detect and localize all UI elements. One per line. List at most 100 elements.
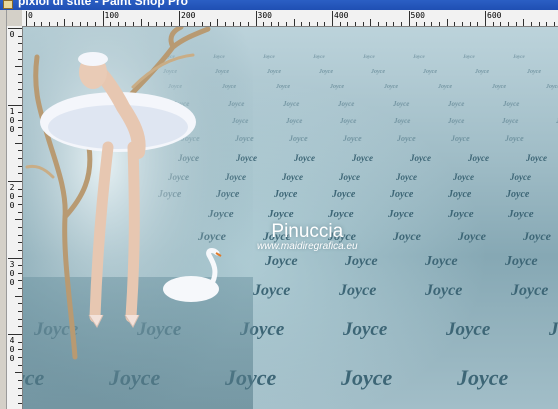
ruler-tick xyxy=(156,22,158,26)
title-bar[interactable]: pixiol di stite - Paint Shop Pro xyxy=(0,0,558,10)
ruler-tick xyxy=(247,22,249,26)
ruler-tick xyxy=(18,341,22,343)
ruler-label: 100 xyxy=(9,106,15,134)
ruler-tick xyxy=(33,22,35,26)
ruler-tick xyxy=(332,11,333,26)
watermark-text: Joyce xyxy=(448,208,474,220)
ruler-tick xyxy=(18,112,22,114)
watermark-text: Joyce xyxy=(341,365,393,390)
ruler-tick xyxy=(94,22,96,26)
ruler-tick xyxy=(18,188,22,190)
ruler-tick xyxy=(18,249,22,251)
ruler-tick xyxy=(15,219,22,221)
watermark-text: Joyce xyxy=(393,100,410,108)
ruler-tick xyxy=(8,104,22,106)
window-frame-left xyxy=(0,10,7,409)
ruler-tick xyxy=(500,22,502,26)
ruler-tick xyxy=(18,318,22,320)
ruler-tick xyxy=(56,22,58,26)
ruler-tick xyxy=(125,22,127,26)
ruler-tick xyxy=(18,402,22,404)
ruler-tick xyxy=(217,19,219,26)
ruler-tick xyxy=(416,22,418,26)
watermark-text: Joyce xyxy=(332,189,356,200)
watermark-text: Joyce xyxy=(506,189,530,200)
watermark-text: Joyce xyxy=(345,254,378,269)
ruler-tick xyxy=(18,158,22,160)
ruler-tick xyxy=(15,295,22,297)
watermark-text: Joyce xyxy=(319,69,333,75)
watermark-text: Joyce xyxy=(268,208,294,220)
ruler-tick xyxy=(18,288,22,290)
ruler-tick xyxy=(102,11,104,26)
watermark-text: Joyce xyxy=(425,282,463,299)
ruler-tick xyxy=(18,43,22,45)
ruler-tick xyxy=(255,11,257,26)
ruler-tick xyxy=(393,22,395,26)
ruler-tick xyxy=(530,22,532,26)
watermark-text: Joyce xyxy=(549,319,558,340)
ruler-tick xyxy=(18,364,22,366)
ruler-tick xyxy=(423,22,425,26)
watermark-text: Joyce xyxy=(425,254,458,269)
ruler-tick xyxy=(71,22,73,26)
ruler-tick xyxy=(18,135,22,137)
ruler-tick xyxy=(18,379,22,381)
ruler-tick xyxy=(18,35,22,37)
ruler-tick xyxy=(140,19,142,26)
ruler-tick xyxy=(224,22,226,26)
ruler-tick xyxy=(431,22,433,26)
watermark-text: Joyce xyxy=(363,55,375,60)
ruler-label: 300 xyxy=(257,11,272,20)
ruler-tick xyxy=(301,22,303,26)
ruler-tick xyxy=(18,58,22,60)
watermark-text: Joyce xyxy=(511,282,549,299)
ruler-tick xyxy=(324,22,326,26)
ruler-tick xyxy=(15,142,22,144)
watermark-text: Joyce xyxy=(393,229,421,243)
ruler-tick xyxy=(553,22,555,26)
ruler-tick xyxy=(18,119,22,121)
watermark-text: Joyce xyxy=(328,208,354,220)
ruler-tick xyxy=(18,242,22,244)
watermark-text: Joyce xyxy=(503,100,520,108)
watermark-text: Joyce xyxy=(513,55,525,60)
watermark-text: Joyce xyxy=(263,55,275,60)
ruler-corner xyxy=(7,10,22,26)
watermark-text: Joyce xyxy=(313,55,325,60)
ruler-tick xyxy=(48,22,50,26)
watermark-text: Joyce xyxy=(458,229,486,243)
watermark-text: Joyce xyxy=(438,84,452,90)
watermark-text: Joyce xyxy=(343,319,388,340)
image-canvas[interactable]: Joyce Joyce Joyce Joyce Joyce Joyce Joyce Joyce… xyxy=(23,27,558,409)
ruler-tick xyxy=(400,22,402,26)
ruler-tick xyxy=(347,22,349,26)
ruler-tick xyxy=(316,22,318,26)
watermark-text: Joyce xyxy=(423,69,437,75)
ruler-label: 400 xyxy=(9,336,15,363)
ruler-tick xyxy=(462,22,464,26)
ruler-tick xyxy=(439,22,441,26)
watermark-text: Joyce xyxy=(330,84,344,90)
ruler-tick xyxy=(309,22,311,26)
watermark-text: Joyce xyxy=(340,117,357,125)
watermark-text: Joyce xyxy=(508,208,534,220)
logo-url: www.maidiregrafica.eu xyxy=(257,241,358,252)
ruler-tick xyxy=(15,372,22,374)
ruler-label: 200 xyxy=(181,11,196,20)
ruler-label: 400 xyxy=(334,11,349,20)
ruler-tick xyxy=(26,11,27,26)
ruler-tick xyxy=(270,22,272,26)
author-logo: Pinuccia www.maidiregrafica.eu xyxy=(257,221,358,252)
watermark-text: Joyce xyxy=(338,100,355,108)
ruler-tick xyxy=(15,66,22,68)
ruler-label: 200 xyxy=(9,183,15,210)
ruler-tick xyxy=(454,22,456,26)
ruler-tick xyxy=(18,280,22,282)
watermark-text: Joyce xyxy=(446,319,491,340)
ruler-tick xyxy=(209,22,211,26)
watermark-text: Joyce xyxy=(448,189,472,200)
ruler-vertical: 0 100 200 300 400 xyxy=(7,26,23,409)
watermark-text: Joyce xyxy=(526,153,547,163)
watermark-text: Joyce xyxy=(276,84,290,90)
